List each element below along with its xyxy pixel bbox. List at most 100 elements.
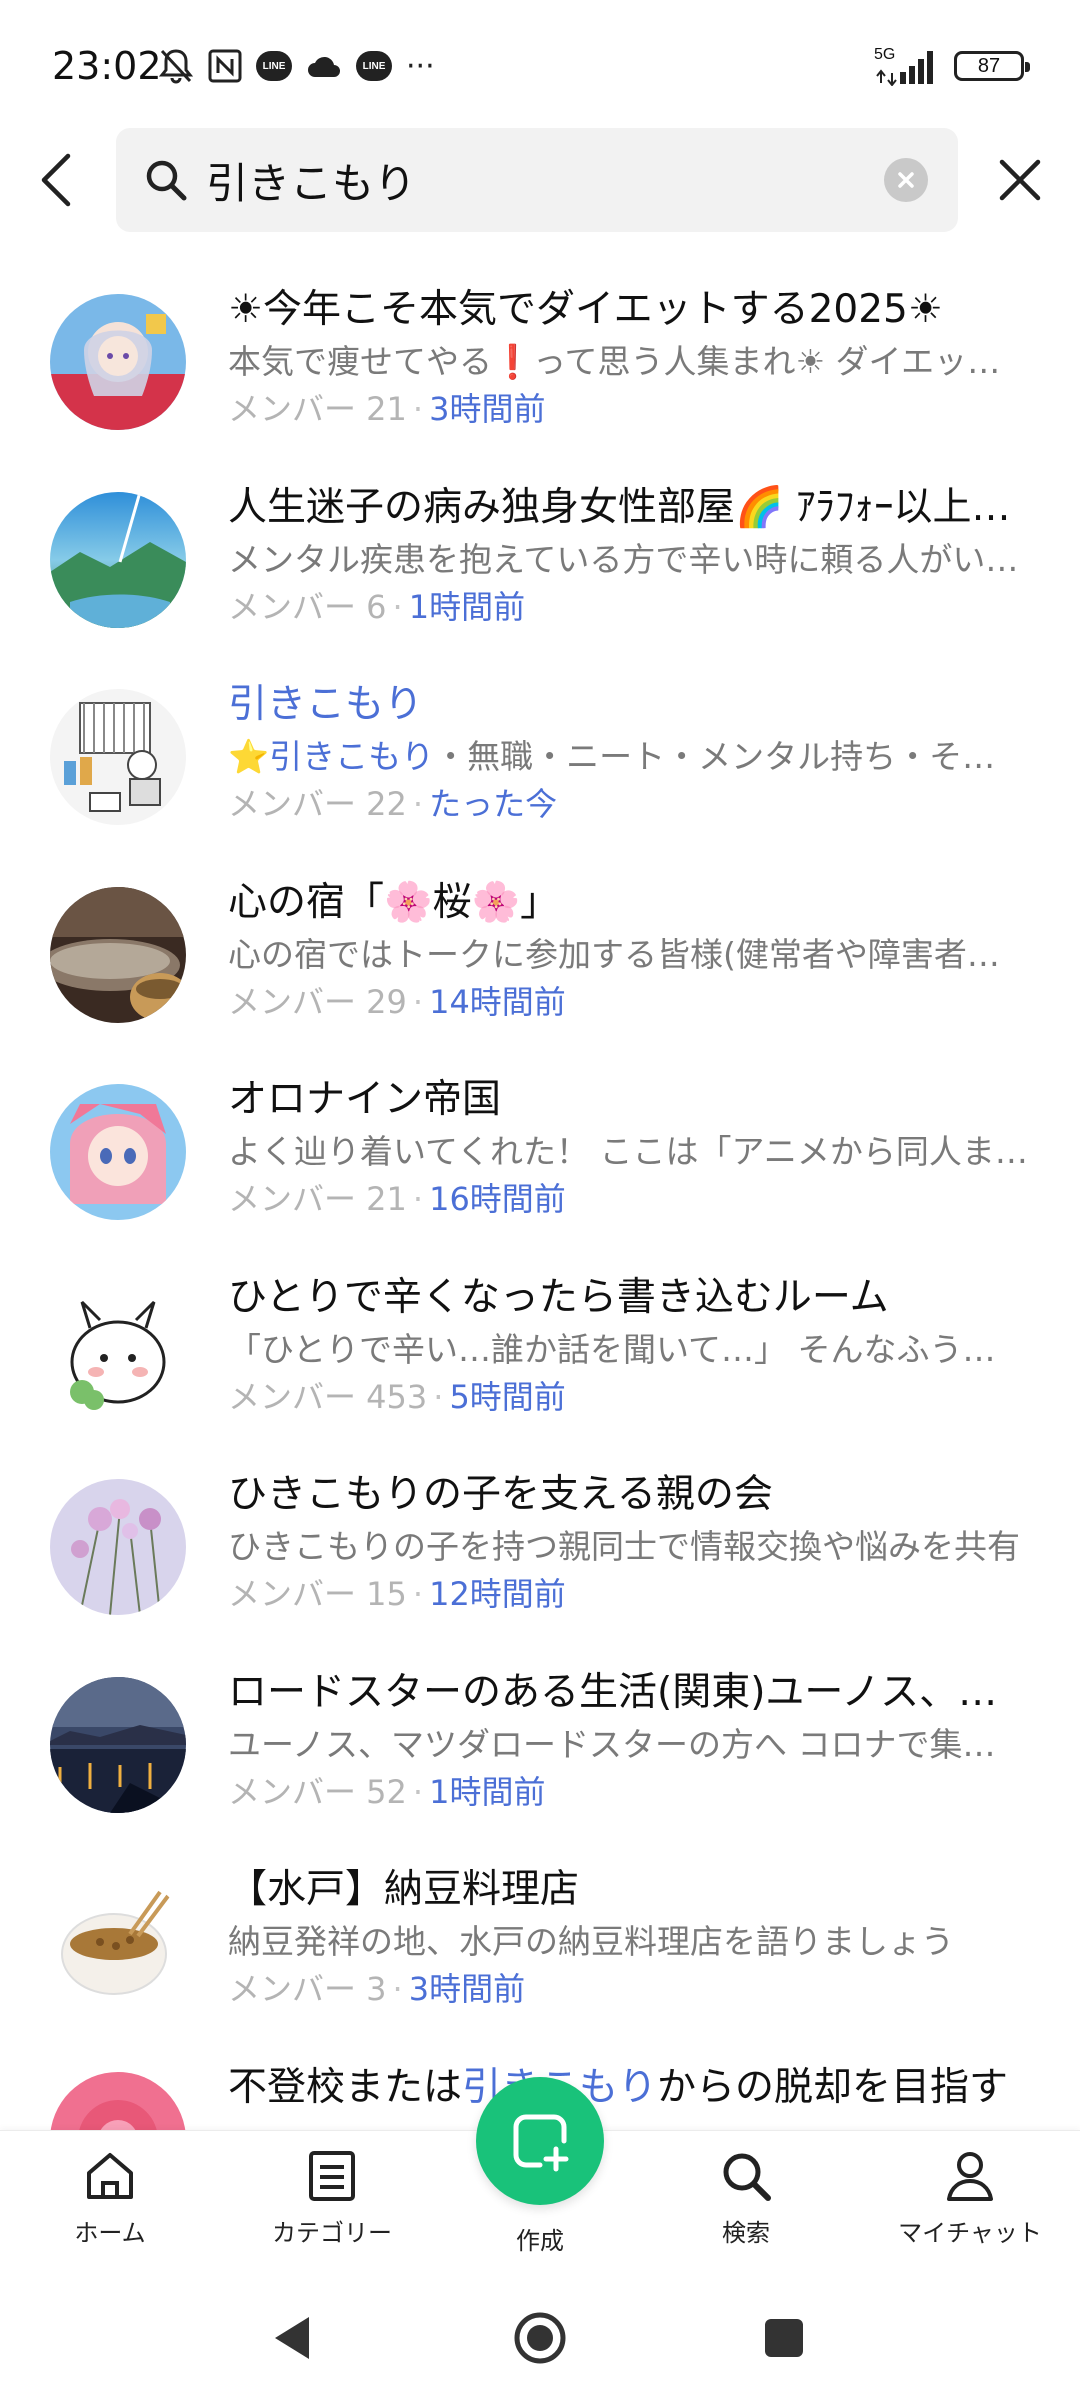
create-chat-icon xyxy=(513,2114,569,2172)
nfc-icon xyxy=(208,49,242,83)
more-notifications-icon: ··· xyxy=(406,48,435,84)
list-item[interactable]: ひとりで辛くなったら書き込むルーム 「ひとりで辛い…誰か話を聞いて…」 そんなふ… xyxy=(0,1250,1080,1448)
create-button[interactable] xyxy=(476,2077,604,2205)
item-meta: メンバー 21 · 3時間前 xyxy=(228,386,1028,432)
list-item[interactable]: ☀今年こそ本気でダイエットする2025☀ 本気で痩せてやる❗って思う人集まれ☀ … xyxy=(0,262,1080,460)
nav-search[interactable]: 検索 xyxy=(656,2147,836,2257)
close-icon xyxy=(999,159,1041,201)
item-meta: メンバー 453 · 5時間前 xyxy=(228,1374,1028,1420)
last-activity: 1時間前 xyxy=(408,587,526,626)
list-item[interactable]: ひきこもりの子を支える親の会 ひきこもりの子を持つ親同士で情報交換や悩みを共有 … xyxy=(0,1447,1080,1645)
item-title: 人生迷子の病み独身女性部屋🌈 ｱﾗﾌｫｰ以上の方 xyxy=(228,484,1028,530)
avatar xyxy=(50,2071,186,2130)
list-item[interactable]: ロードスターのある生活(関東)ユーノス、マツダ ユーノス、マツダロードスターの方… xyxy=(0,1645,1080,1843)
title-prefix: 不登校または xyxy=(228,2064,463,2110)
last-activity: 16時間前 xyxy=(429,1180,566,1218)
item-title: ロードスターのある生活(関東)ユーノス、マツダ xyxy=(228,1669,1028,1715)
circle-home-icon xyxy=(514,2312,566,2364)
separator-dot: · xyxy=(433,1377,444,1416)
bell-muted-icon xyxy=(158,47,194,85)
item-title: ☀今年こそ本気でダイエットする2025☀ xyxy=(228,287,943,332)
search-results-list[interactable]: ☀今年こそ本気でダイエットする2025☀ 本気で痩せてやる❗って思う人集まれ☀ … xyxy=(0,262,1080,2130)
item-title: 【水戸】納豆料理店 xyxy=(228,1867,580,1912)
status-bar: 23:02 LINE LINE ··· 5G 87 xyxy=(0,0,1080,120)
last-activity: たった今 xyxy=(429,785,558,823)
item-title: 心の宿「🌸桜🌸」 xyxy=(228,879,560,925)
member-count: メンバー 15 xyxy=(228,1575,407,1613)
item-description: 心の宿ではトークに参加する皆様(健常者や障害者の方々) xyxy=(228,934,1028,974)
list-item[interactable]: 【水戸】納豆料理店 納豆発祥の地、水戸の納豆料理店を語りましょう メンバー 3 ·… xyxy=(0,1842,1080,2040)
avatar xyxy=(50,1874,186,2010)
close-button[interactable] xyxy=(990,150,1050,210)
member-count: メンバー 52 xyxy=(228,1772,407,1811)
create-label: 作成 xyxy=(516,2227,564,2255)
search-icon xyxy=(146,160,187,201)
system-navigation-bar xyxy=(0,2270,1080,2400)
list-item[interactable]: 心の宿「🌸桜🌸」 心の宿ではトークに参加する皆様(健常者や障害者の方々) メンバ… xyxy=(0,855,1080,1053)
member-count: メンバー 453 xyxy=(228,1377,428,1416)
separator-dot: · xyxy=(412,1772,424,1811)
avatar xyxy=(50,1084,186,1220)
item-meta: メンバー 22 · たった今 xyxy=(228,781,1028,827)
avatar xyxy=(50,491,186,628)
star-emoji: ⭐ xyxy=(228,737,270,776)
category-icon xyxy=(309,2151,355,2201)
item-meta: メンバー 15 · 12時間前 xyxy=(228,1571,1028,1617)
member-count: メンバー 21 xyxy=(228,390,407,428)
item-title: 引きこもり xyxy=(228,682,424,727)
system-back-button[interactable] xyxy=(262,2308,322,2368)
item-description: ひきこもりの子を持つ親同士で情報交換や悩みを共有 xyxy=(228,1527,1020,1566)
search-icon xyxy=(723,2153,771,2201)
last-activity: 5時間前 xyxy=(449,1377,566,1416)
avatar xyxy=(50,1479,186,1615)
cloud-icon xyxy=(306,53,342,79)
separator-dot: · xyxy=(412,785,424,823)
separator-dot: · xyxy=(392,1970,403,2008)
search-input[interactable] xyxy=(206,150,846,210)
clear-search-button[interactable] xyxy=(884,158,928,202)
item-title: オロナイン帝国 xyxy=(228,1077,502,1122)
item-meta: メンバー 21 · 16時間前 xyxy=(228,1176,1028,1222)
signal-icon: 5G xyxy=(874,46,940,86)
last-activity: 14時間前 xyxy=(429,982,566,1021)
system-home-button[interactable] xyxy=(510,2308,570,2368)
item-description: 本気で痩せてやる❗って思う人集まれ☀ ダイエット仲間募集中 xyxy=(228,342,1028,381)
last-activity: 3時間前 xyxy=(429,390,546,428)
item-title: ひきこもりの子を支える親の会 xyxy=(228,1472,773,1517)
clear-icon xyxy=(898,172,914,188)
back-button[interactable] xyxy=(26,146,86,214)
search-box[interactable] xyxy=(116,128,958,232)
member-count: メンバー 22 xyxy=(228,785,407,823)
item-meta: メンバー 6 · 1時間前 xyxy=(228,584,1028,630)
list-item[interactable]: オロナイン帝国 よく辿り着いてくれた！ ここは「アニメから同人まで」 メンバー … xyxy=(0,1052,1080,1250)
item-description: よく辿り着いてくれた！ ここは「アニメから同人まで」 xyxy=(228,1132,1028,1171)
system-recents-button[interactable] xyxy=(754,2308,814,2368)
keyword-highlight: 引きこもり xyxy=(269,737,435,776)
separator-dot: · xyxy=(412,1575,424,1613)
nav-mychat[interactable]: マイチャット xyxy=(880,2147,1060,2257)
system-status: 5G 87 xyxy=(874,44,1030,88)
nav-search-label: 検索 xyxy=(722,2219,770,2247)
line-icon: LINE xyxy=(356,51,392,81)
avatar xyxy=(50,1676,186,1813)
last-activity: 12時間前 xyxy=(429,1575,566,1613)
nav-home[interactable]: ホーム xyxy=(20,2147,200,2257)
battery-indicator: 87 xyxy=(954,51,1030,81)
list-item[interactable]: 引きこもり ⭐引きこもり・無職・ニート・メンタル持ち・その他 メンバー 22 · た… xyxy=(0,657,1080,855)
nav-mychat-label: マイチャット xyxy=(898,2219,1042,2247)
separator-dot: · xyxy=(412,390,424,428)
home-icon xyxy=(87,2153,133,2199)
list-item[interactable]: 人生迷子の病み独身女性部屋🌈 ｱﾗﾌｫｰ以上の方 メンタル疾患を抱えている方で辛… xyxy=(0,460,1080,658)
item-meta: メンバー 3 · 3時間前 xyxy=(228,1966,1028,2012)
item-description: ⭐引きこもり・無職・ニート・メンタル持ち・その他 xyxy=(228,733,1028,781)
person-icon xyxy=(947,2152,993,2201)
triangle-back-icon xyxy=(275,2317,309,2359)
item-title: ひとりで辛くなったら書き込むルーム xyxy=(228,1274,889,1320)
member-count: メンバー 29 xyxy=(228,982,407,1021)
separator-dot: · xyxy=(392,587,403,626)
status-time: 23:02 xyxy=(52,44,162,88)
nav-category[interactable]: カテゴリー xyxy=(242,2147,422,2257)
member-count: メンバー 3 xyxy=(228,1970,387,2008)
item-meta: メンバー 29 · 14時間前 xyxy=(228,979,1028,1025)
member-count: メンバー 6 xyxy=(228,587,387,626)
